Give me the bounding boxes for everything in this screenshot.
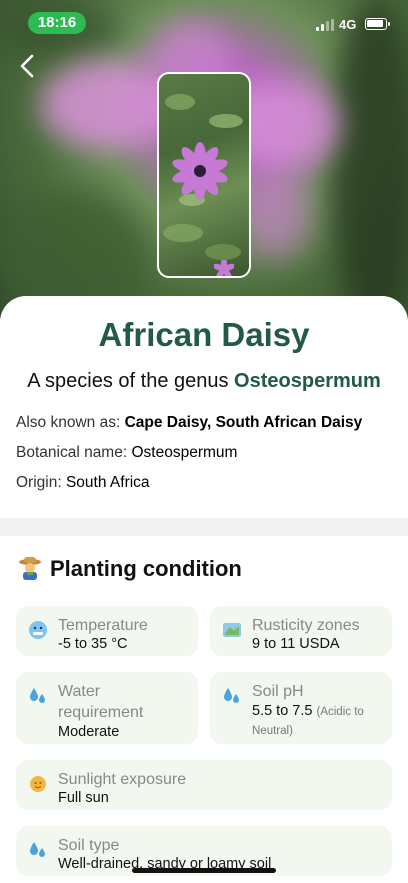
plant-subtitle: A species of the genus Osteospermum xyxy=(27,370,381,392)
status-bar: 18:16 4G xyxy=(0,0,408,44)
rusticity-zones-tile: Rusticity zones 9 to 11 USDA xyxy=(210,606,392,656)
genus-name: Osteospermum xyxy=(234,370,381,392)
botanical-name: Botanical name: Osteospermum xyxy=(16,444,238,461)
soil-ph-tile: Soil pH 5.5 to 7.5 (Acidic to Neutral) xyxy=(210,672,392,744)
origin: Origin: South Africa xyxy=(16,474,150,491)
section-divider xyxy=(0,518,408,536)
water-drops-icon xyxy=(30,688,45,703)
water-drops-icon xyxy=(224,688,239,703)
water-drops-icon xyxy=(30,842,45,857)
back-chevron-icon[interactable] xyxy=(14,52,42,80)
battery-icon xyxy=(365,18,390,30)
farmer-icon xyxy=(19,557,41,580)
flower-icon xyxy=(172,142,228,200)
planting-condition-heading: Planting condition xyxy=(18,556,242,582)
map-icon xyxy=(223,623,241,637)
plant-hero-image xyxy=(0,0,408,330)
sunlight-exposure-tile: Sunlight exposure Full sun xyxy=(16,760,392,810)
network-type: 4G xyxy=(339,17,357,32)
signal-icon xyxy=(316,19,334,31)
plant-photo-thumbnail[interactable] xyxy=(157,72,251,278)
home-indicator[interactable] xyxy=(132,868,276,873)
also-known-as: Also known as: Cape Daisy, South African… xyxy=(16,414,363,431)
plant-name: African Daisy xyxy=(98,316,310,353)
water-requirement-tile: Water requirement Moderate xyxy=(16,672,198,744)
cold-face-icon xyxy=(29,621,47,639)
temperature-tile: Temperature -5 to 35 °C xyxy=(16,606,198,656)
sun-icon xyxy=(30,776,46,792)
plant-detail-card: African Daisy A species of the genus Ost… xyxy=(0,296,408,883)
status-time: 18:16 xyxy=(28,12,86,34)
